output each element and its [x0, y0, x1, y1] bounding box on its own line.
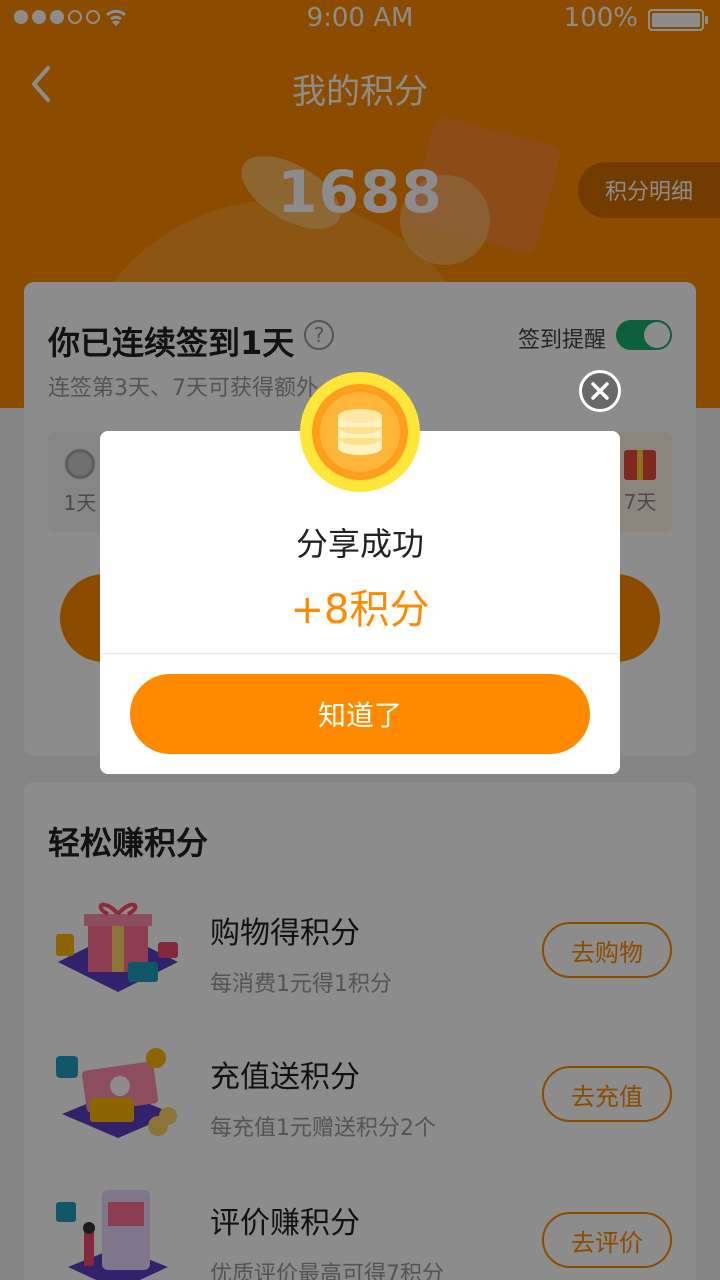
close-icon[interactable] — [579, 370, 621, 412]
coins-icon — [298, 370, 422, 494]
dialog-divider — [100, 653, 620, 654]
dialog-title: 分享成功 — [295, 525, 424, 563]
dialog-points: +8积分 — [290, 587, 430, 633]
confirm-button[interactable]: 知道了 — [130, 674, 590, 754]
